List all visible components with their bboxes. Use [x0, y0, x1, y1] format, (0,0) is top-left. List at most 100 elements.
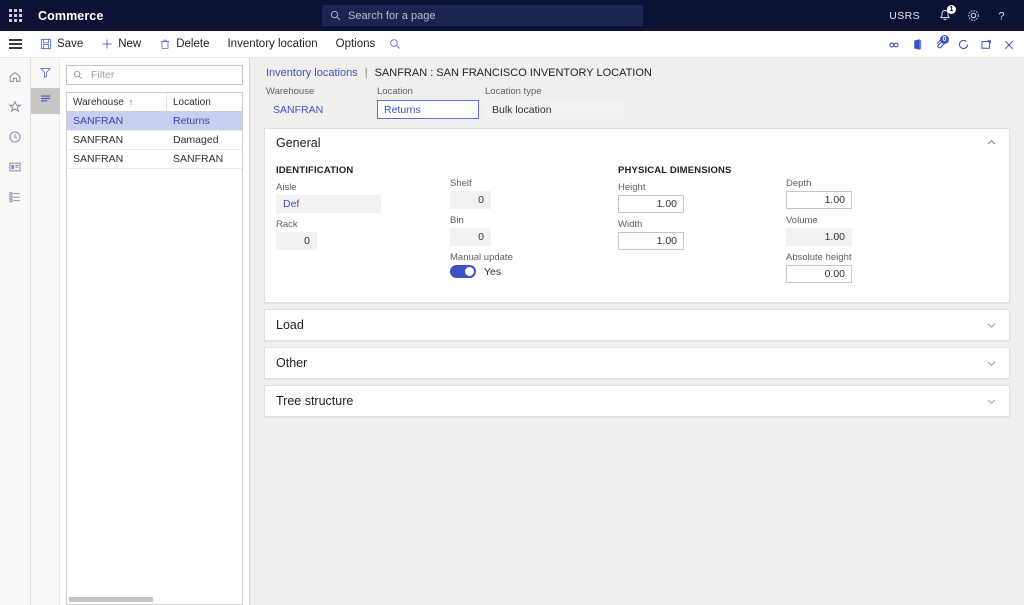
filter-input[interactable]: [89, 68, 236, 82]
height-label: Height: [618, 182, 786, 193]
page-body: Warehouse ↑ Location SANFRAN Returns SAN…: [0, 58, 1024, 605]
hamburger-icon: [9, 37, 22, 52]
depth-input[interactable]: 1.00: [786, 191, 852, 209]
rail-item-workspaces[interactable]: [0, 154, 31, 184]
breadcrumb-parent-link[interactable]: Inventory locations: [266, 67, 358, 79]
grid-horizontal-scrollbar[interactable]: [66, 594, 243, 605]
options-menu[interactable]: Options: [327, 31, 385, 58]
notifications-button[interactable]: 1: [932, 0, 958, 31]
shelf-value[interactable]: 0: [450, 191, 491, 209]
close-icon[interactable]: [998, 31, 1020, 58]
rail-item-home[interactable]: [0, 64, 31, 94]
chevron-down-icon[interactable]: [985, 357, 998, 370]
refresh-icon[interactable]: [952, 31, 974, 58]
grid-header-row: Warehouse ↑ Location: [67, 93, 242, 112]
grid-rows-container: SANFRAN Returns SANFRAN Damaged SANFRAN …: [67, 112, 242, 594]
scrollbar-thumb[interactable]: [69, 597, 153, 602]
physical-dimensions-group: PHYSICAL DIMENSIONS Height 1.00 Width 1.…: [618, 158, 786, 289]
settings-gear-button[interactable]: [960, 0, 986, 31]
width-label: Width: [618, 219, 786, 230]
filter-search-icon: [73, 70, 83, 80]
width-field: Width 1.00: [618, 219, 786, 250]
rack-value[interactable]: 0: [276, 232, 317, 250]
filter-box[interactable]: [66, 65, 243, 85]
help-button[interactable]: ?: [988, 0, 1014, 31]
identification-group: IDENTIFICATION Aisle Def Rack 0: [276, 158, 450, 289]
chevron-down-icon[interactable]: [985, 319, 998, 332]
tree-structure-section-title: Tree structure: [276, 394, 353, 408]
other-section-header[interactable]: Other: [265, 348, 1009, 378]
column-header-warehouse-label: Warehouse: [73, 97, 124, 108]
manual-update-field: Manual update Yes: [450, 252, 618, 278]
load-section-header[interactable]: Load: [265, 310, 1009, 340]
inventory-location-menu[interactable]: Inventory location: [218, 31, 326, 58]
new-button-label: New: [118, 38, 141, 50]
rail-item-recent[interactable]: [0, 124, 31, 154]
aisle-field: Aisle Def: [276, 182, 450, 213]
global-search-box[interactable]: [322, 5, 643, 26]
records-data-grid: Warehouse ↑ Location SANFRAN Returns SAN…: [66, 92, 243, 594]
rail-item-favorites[interactable]: [0, 94, 31, 124]
navigation-menu-button[interactable]: [0, 31, 31, 58]
shelf-bin-group: Shelf 0 Bin 0 Manual update Yes: [450, 158, 618, 289]
depth-field: Depth 1.00: [786, 178, 956, 209]
star-icon: [8, 100, 22, 119]
bin-value[interactable]: 0: [450, 228, 491, 246]
general-section-header[interactable]: General: [265, 129, 1009, 156]
absolute-height-input[interactable]: 0.00: [786, 265, 852, 283]
location-label: Location: [377, 86, 479, 98]
warehouse-value[interactable]: SANFRAN: [266, 100, 371, 119]
search-input[interactable]: [348, 10, 635, 22]
tree-structure-section-card: Tree structure: [264, 385, 1010, 417]
share-link-icon[interactable]: [883, 31, 905, 58]
absolute-height-label: Absolute height: [786, 252, 956, 263]
filter-pane-button[interactable]: [31, 62, 60, 88]
rack-field: Rack 0: [276, 219, 450, 250]
load-section-card: Load: [264, 309, 1010, 341]
command-search-button[interactable]: [384, 31, 406, 58]
volume-value[interactable]: 1.00: [786, 228, 852, 246]
width-input[interactable]: 1.00: [618, 232, 684, 250]
command-bar: Save New Delete Inventory location Optio…: [0, 31, 1024, 58]
cell-warehouse: SANFRAN: [67, 131, 167, 149]
delete-button[interactable]: Delete: [150, 31, 218, 58]
other-section-title: Other: [276, 356, 307, 370]
manual-update-toggle[interactable]: [450, 265, 476, 278]
panel-tool-rail: [31, 58, 60, 605]
office-app-icon[interactable]: [906, 31, 928, 58]
open-in-new-window-icon[interactable]: [975, 31, 997, 58]
chevron-down-icon[interactable]: [985, 395, 998, 408]
new-button[interactable]: New: [92, 31, 150, 58]
tree-structure-section-header[interactable]: Tree structure: [265, 386, 1009, 416]
column-header-warehouse[interactable]: Warehouse ↑: [67, 93, 167, 111]
home-icon: [8, 70, 22, 89]
group-spacer: [450, 158, 618, 178]
options-menu-label: Options: [336, 38, 376, 50]
trash-icon: [159, 38, 171, 50]
attachments-button[interactable]: 0: [929, 31, 951, 58]
breadcrumb: Inventory locations | SANFRAN : SAN FRAN…: [264, 58, 1010, 85]
app-launcher-button[interactable]: [0, 0, 31, 31]
save-button[interactable]: Save: [31, 31, 92, 58]
list-pane-button[interactable]: [31, 88, 60, 114]
user-initials[interactable]: USRS: [889, 10, 920, 22]
plus-icon: [101, 38, 113, 50]
location-input[interactable]: Returns: [377, 100, 479, 119]
aisle-value[interactable]: Def: [276, 195, 381, 213]
bin-field: Bin 0: [450, 215, 618, 246]
workspace-icon: [8, 160, 22, 179]
chevron-up-icon[interactable]: [985, 136, 998, 149]
location-type-value[interactable]: Bulk location: [485, 100, 625, 119]
rail-item-modules[interactable]: [0, 184, 31, 214]
table-row[interactable]: SANFRAN Returns: [67, 112, 242, 131]
table-row[interactable]: SANFRAN Damaged: [67, 131, 242, 150]
shelf-field: Shelf 0: [450, 178, 618, 209]
save-icon: [40, 38, 52, 50]
attachment-badge: 0: [940, 35, 949, 44]
column-header-location[interactable]: Location: [167, 93, 242, 111]
module-list-icon: [8, 190, 22, 209]
height-input[interactable]: 1.00: [618, 195, 684, 213]
command-bar-right-group: 0: [883, 31, 1020, 58]
table-row[interactable]: SANFRAN SANFRAN: [67, 150, 242, 169]
location-type-field-group: Location type Bulk location: [485, 86, 625, 119]
